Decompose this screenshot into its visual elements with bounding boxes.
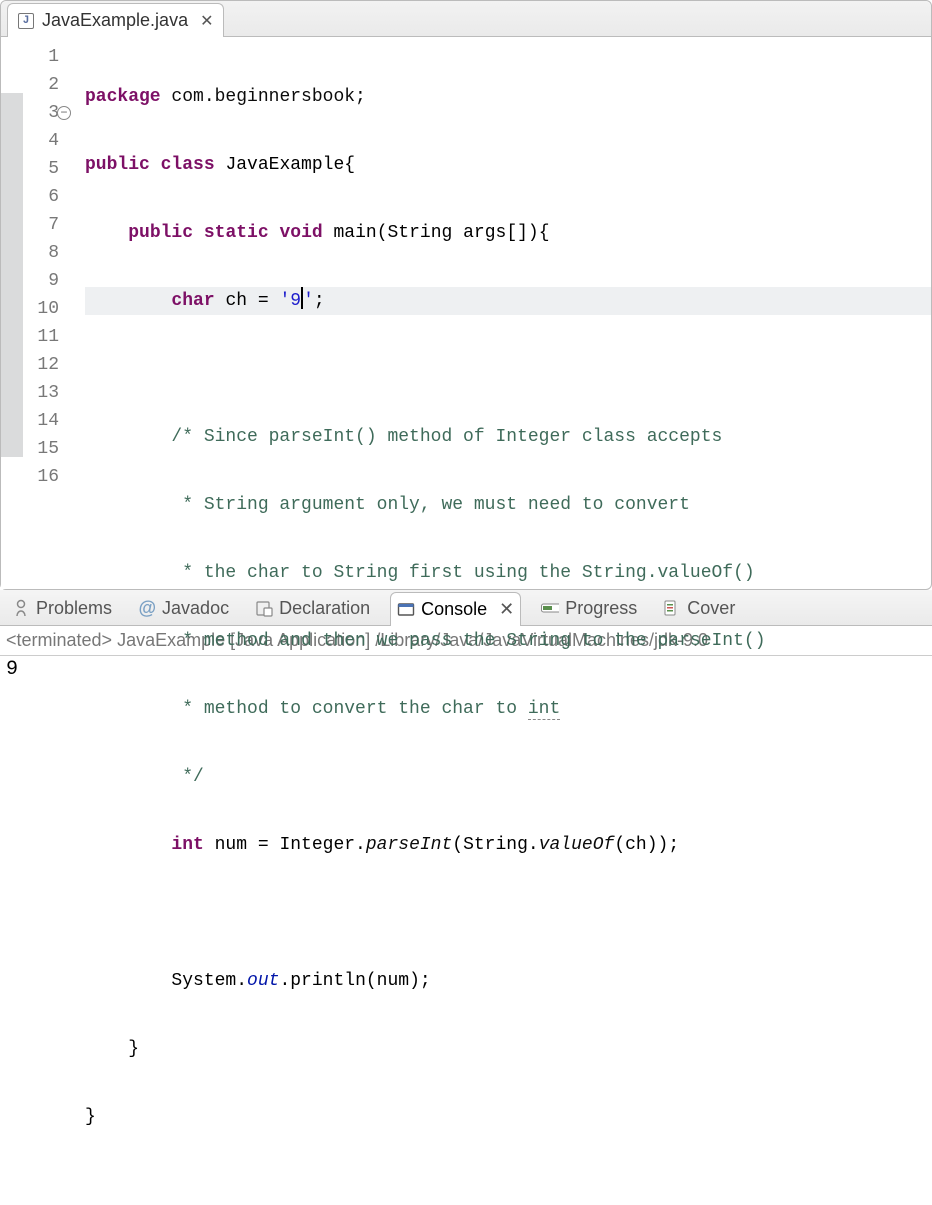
code-line[interactable]: package com.beginnersbook; (85, 83, 931, 111)
line-number: 2 (23, 71, 59, 99)
code-line[interactable]: } (85, 1103, 931, 1131)
java-file-icon: J (18, 13, 34, 29)
line-number: 14 (23, 407, 59, 435)
line-number-gutter: 1 2 3− 4 5 6 7 8 9 10 11 12 13 14 15 16 (23, 37, 67, 589)
code-body[interactable]: package com.beginnersbook; public class … (67, 37, 931, 589)
line-number: 8 (23, 239, 59, 267)
code-line[interactable]: int num = Integer.parseInt(String.valueO… (85, 831, 931, 859)
line-number: 7 (23, 211, 59, 239)
code-line[interactable]: * method to convert the char to int (85, 695, 931, 723)
tab-label: Console (421, 599, 487, 620)
code-line[interactable]: */ (85, 763, 931, 791)
editor-tab-bar: J JavaExample.java ✕ (1, 1, 931, 37)
problems-icon (12, 599, 30, 617)
code-line[interactable]: public static void main(String args[]){ (85, 219, 931, 247)
line-number: 4 (23, 127, 59, 155)
code-line[interactable]: System.out.println(num); (85, 967, 931, 995)
line-number: 1 (23, 43, 59, 71)
editor-pane: J JavaExample.java ✕ 1 2 3− (0, 0, 932, 590)
code-line[interactable]: * method and then we pass the String to … (85, 627, 931, 655)
line-number: 12 (23, 351, 59, 379)
code-line[interactable] (85, 899, 931, 927)
line-number: 10 (23, 295, 59, 323)
code-line[interactable] (85, 355, 931, 383)
tab-console[interactable]: Console ✕ (390, 592, 521, 626)
code-line[interactable]: * String argument only, we must need to … (85, 491, 931, 519)
close-icon[interactable]: ✕ (493, 599, 514, 620)
code-line[interactable]: /* Since parseInt() method of Integer cl… (85, 423, 931, 451)
line-number: 16 (23, 463, 59, 491)
fold-toggle-icon[interactable]: − (57, 106, 71, 120)
code-line[interactable]: public class JavaExample{ (85, 151, 931, 179)
tab-filename: JavaExample.java (42, 10, 188, 31)
editor-tab[interactable]: J JavaExample.java ✕ (7, 3, 224, 37)
line-number: 13 (23, 379, 59, 407)
line-number: 3− (23, 99, 59, 127)
close-icon[interactable]: ✕ (196, 11, 213, 31)
line-number: 11 (23, 323, 59, 351)
marker-column (1, 37, 23, 589)
code-line[interactable]: * the char to String first using the Str… (85, 559, 931, 587)
line-number: 5 (23, 155, 59, 183)
code-line[interactable]: } (85, 1035, 931, 1063)
console-icon (397, 601, 415, 619)
line-number: 9 (23, 267, 59, 295)
code-area[interactable]: 1 2 3− 4 5 6 7 8 9 10 11 12 13 14 15 16 … (1, 37, 931, 589)
code-line-current[interactable]: char ch = '9'; (85, 287, 931, 315)
line-number: 6 (23, 183, 59, 211)
line-number: 15 (23, 435, 59, 463)
